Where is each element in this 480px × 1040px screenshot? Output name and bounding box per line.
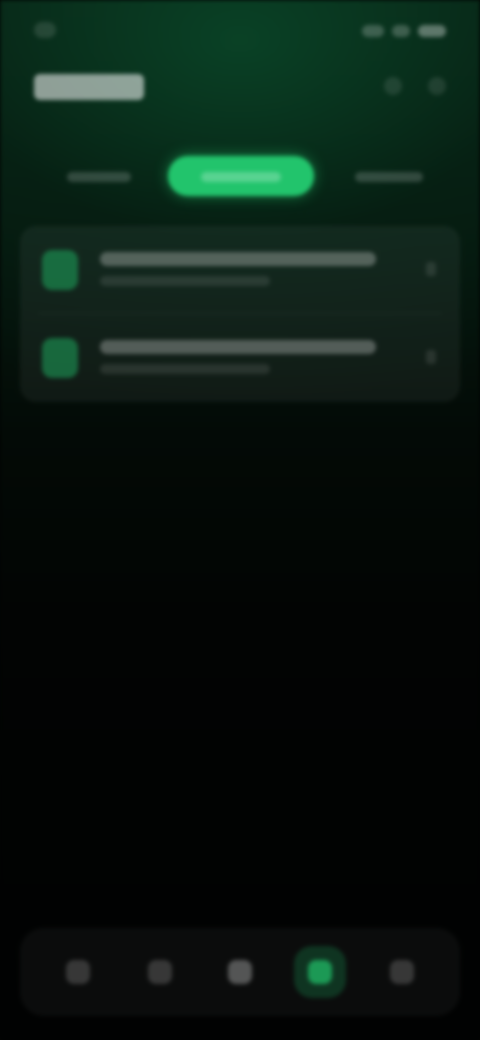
tab-3-label-placeholder	[355, 172, 423, 183]
list-item-title	[100, 340, 376, 354]
tab-2-selected[interactable]	[168, 156, 314, 196]
item-icon	[42, 250, 78, 290]
profile-icon	[390, 960, 414, 984]
nav-item-add[interactable]	[214, 946, 266, 998]
page-title	[34, 74, 144, 100]
status-icons	[354, 22, 446, 40]
app-screen	[0, 0, 480, 1040]
list-item[interactable]	[20, 314, 460, 402]
segmented-tabs	[24, 146, 456, 204]
content-card	[20, 226, 460, 402]
wifi-icon	[392, 25, 410, 37]
signal-icon	[362, 25, 384, 37]
list-item[interactable]	[20, 226, 460, 314]
home-icon	[66, 960, 90, 984]
list-item-subtitle	[100, 364, 270, 374]
tab-2-label-placeholder	[201, 172, 281, 183]
nav-item-home[interactable]	[52, 946, 104, 998]
add-icon	[228, 960, 252, 984]
tab-1[interactable]	[44, 156, 154, 196]
nav-item-explore[interactable]	[134, 946, 186, 998]
tab-3[interactable]	[334, 156, 444, 196]
list-item-title	[100, 252, 376, 266]
header-actions	[336, 72, 446, 100]
explore-icon	[148, 960, 172, 984]
nav-item-profile[interactable]	[376, 946, 428, 998]
nav-item-activity-active[interactable]	[294, 946, 346, 998]
tab-1-label-placeholder	[67, 172, 131, 183]
battery-icon	[418, 25, 446, 37]
chevron-right-icon	[426, 350, 436, 364]
bottom-nav	[20, 928, 460, 1016]
chevron-right-icon	[426, 262, 436, 276]
activity-icon	[308, 960, 332, 984]
item-icon	[42, 338, 78, 378]
more-icon[interactable]	[428, 77, 446, 95]
status-time	[34, 20, 124, 40]
status-bar	[0, 0, 480, 60]
search-icon[interactable]	[384, 77, 402, 95]
list-item-subtitle	[100, 276, 270, 286]
